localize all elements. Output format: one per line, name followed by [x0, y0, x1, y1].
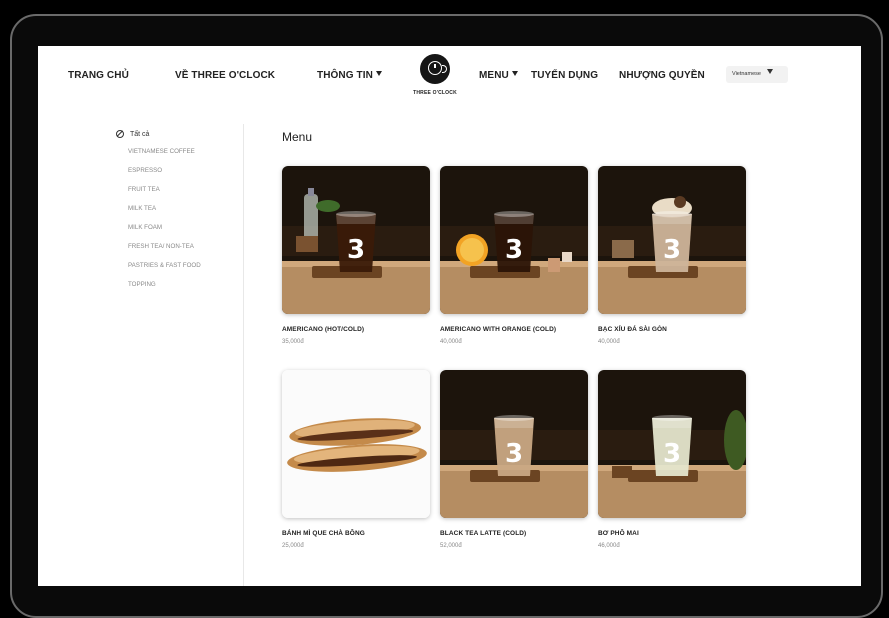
product-name[interactable]: BLACK TEA LATTE (COLD) [440, 530, 588, 537]
category-sidebar: Tất cả VIETNAMESE COFFEE ESPRESSO FRUIT … [116, 130, 246, 299]
logo-text: THREE O'CLOCK [413, 90, 457, 96]
chevron-down-icon [511, 71, 518, 76]
product-image[interactable]: 3 [282, 166, 430, 314]
category-item[interactable]: VIETNAMESE COFFEE [128, 147, 218, 156]
svg-text:3: 3 [347, 235, 365, 265]
nav-careers[interactable]: TUYỂN DỤNG [531, 70, 598, 81]
category-item[interactable]: PASTRIES & FAST FOOD [128, 261, 218, 270]
language-value: Vietnamese [732, 71, 761, 77]
category-item[interactable]: FRUIT TEA [128, 185, 218, 194]
chevron-down-icon [766, 69, 773, 74]
product-name[interactable]: BÁNH MÌ QUE CHÀ BÔNG [282, 530, 430, 537]
category-item[interactable]: FRESH TEA/ NON-TEA [128, 242, 218, 251]
product-price: 52,000đ [440, 543, 462, 549]
product-image[interactable]: 3 [598, 166, 746, 314]
product-card[interactable]: 3 BƠ PHÔ MAI 46,000đ [598, 370, 746, 549]
product-card[interactable]: 3 AMERICANO (HOT/COLD) 35,000đ [282, 166, 430, 345]
category-item[interactable]: TOPPING [128, 280, 218, 289]
product-name[interactable]: AMERICANO (HOT/COLD) [282, 326, 430, 333]
product-name[interactable]: BẠC XỈU ĐÁ SÀI GÒN [598, 326, 746, 333]
product-image[interactable] [282, 370, 430, 518]
svg-text:3: 3 [663, 235, 681, 265]
nav-home[interactable]: TRANG CHỦ [68, 70, 129, 81]
language-select[interactable]: Vietnamese [726, 66, 788, 83]
product-card[interactable]: 3 BẠC XỈU ĐÁ SÀI GÒN 40,000đ [598, 166, 746, 345]
product-name[interactable]: BƠ PHÔ MAI [598, 530, 746, 537]
product-card[interactable]: 3 AMERICANO WITH ORANGE (COLD) 40,000đ [440, 166, 588, 345]
svg-text:3: 3 [505, 235, 523, 265]
category-all-label: Tất cả [130, 130, 150, 138]
product-price: 40,000đ [440, 339, 462, 345]
browser-screen: TRANG CHỦ VỀ THREE O'CLOCK THÔNG TIN THR… [38, 46, 861, 586]
nav-about[interactable]: VỀ THREE O'CLOCK [175, 70, 275, 81]
top-navigation: TRANG CHỦ VỀ THREE O'CLOCK THÔNG TIN THR… [38, 46, 861, 114]
product-image[interactable]: 3 [440, 370, 588, 518]
product-card[interactable]: BÁNH MÌ QUE CHÀ BÔNG 25,000đ [282, 370, 430, 549]
nav-franchise[interactable]: NHƯỢNG QUYỀN [619, 70, 705, 81]
nav-menu-label: MENU [479, 70, 509, 81]
category-all[interactable]: Tất cả [116, 130, 246, 138]
product-price: 46,000đ [598, 543, 620, 549]
chevron-down-icon [375, 71, 382, 76]
product-image[interactable]: 3 [598, 370, 746, 518]
category-item[interactable]: MILK FOAM [128, 223, 218, 232]
product-card[interactable]: 3 BLACK TEA LATTE (COLD) 52,000đ [440, 370, 588, 549]
product-image[interactable]: 3 [440, 166, 588, 314]
svg-text:3: 3 [663, 439, 681, 469]
page-title: Menu [282, 130, 313, 144]
category-item[interactable]: ESPRESSO [128, 166, 218, 175]
product-name[interactable]: AMERICANO WITH ORANGE (COLD) [440, 326, 588, 333]
product-price: 35,000đ [282, 339, 304, 345]
slash-circle-icon [116, 130, 124, 138]
sidebar-divider [243, 124, 244, 586]
brand-logo[interactable]: THREE O'CLOCK [409, 54, 461, 110]
product-price: 40,000đ [598, 339, 620, 345]
nav-menu[interactable]: MENU [479, 70, 518, 81]
nav-info[interactable]: THÔNG TIN [317, 70, 382, 81]
svg-text:3: 3 [505, 439, 523, 469]
teapot-clock-icon [420, 54, 450, 84]
nav-info-label: THÔNG TIN [317, 70, 373, 81]
category-item[interactable]: MILK TEA [128, 204, 218, 213]
product-price: 25,000đ [282, 543, 304, 549]
